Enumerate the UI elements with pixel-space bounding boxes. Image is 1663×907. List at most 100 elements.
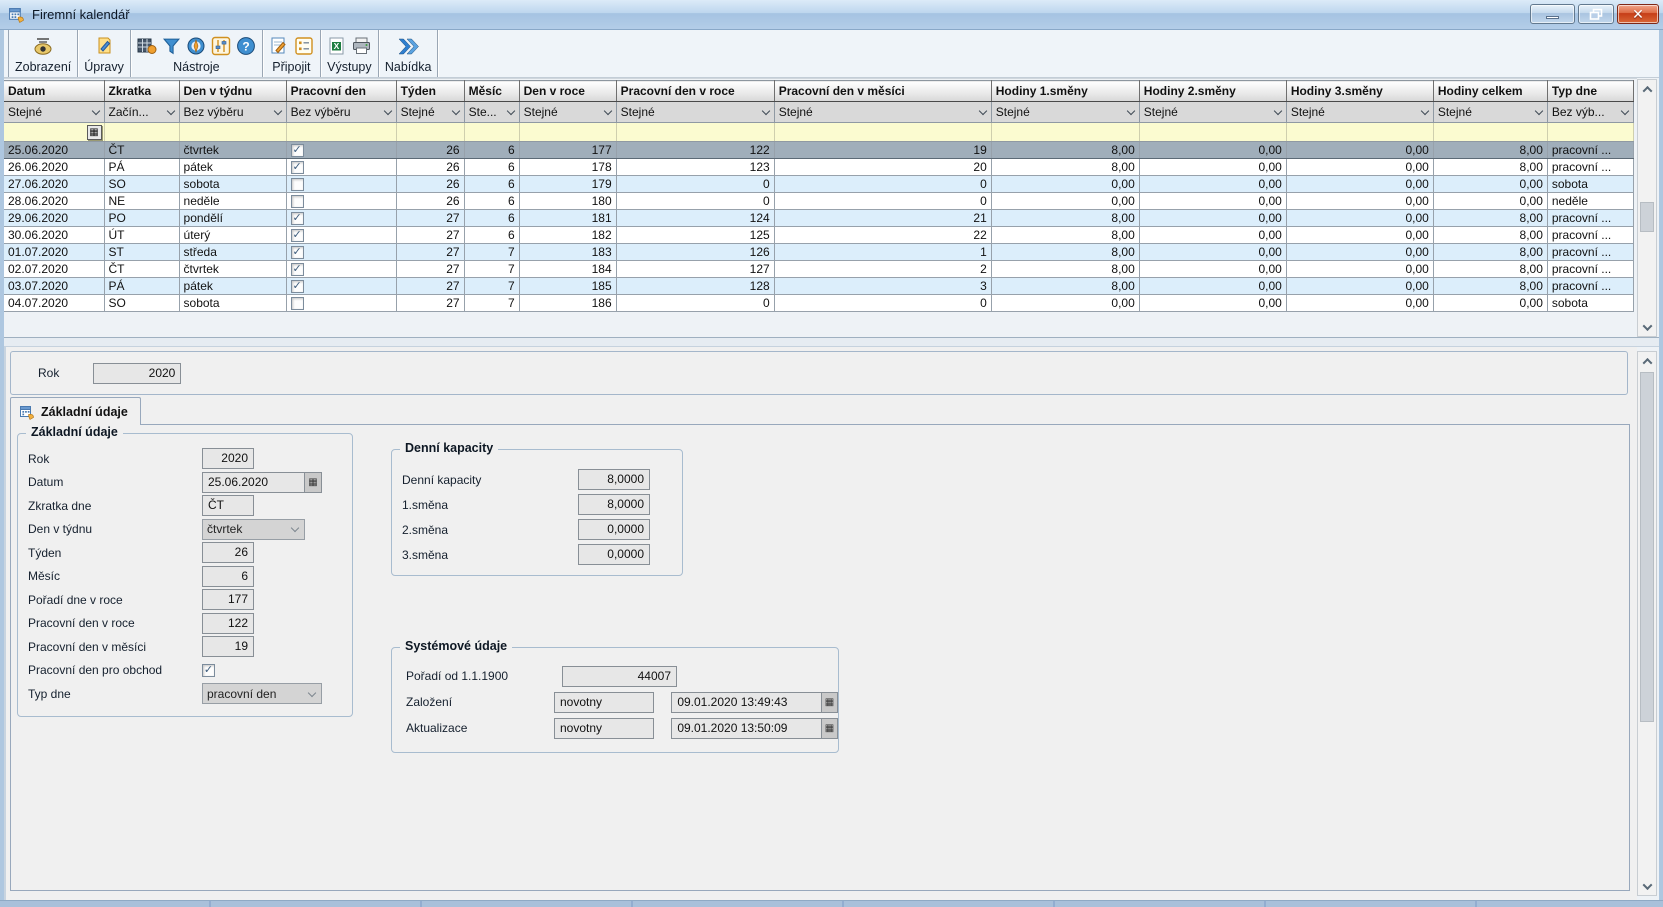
cell-den-v-roce[interactable]: 179	[519, 176, 616, 193]
cell-hodiny-celkem[interactable]: 0,00	[1433, 176, 1547, 193]
cell-mesic[interactable]: 6	[464, 176, 519, 193]
filter-dropdown-typ-dne[interactable]: Bez výb...	[1548, 102, 1633, 122]
cell-hodiny-3-smeny[interactable]: 0,00	[1286, 295, 1433, 312]
cell-den-v-roce[interactable]: 186	[519, 295, 616, 312]
cell-datum[interactable]: 03.07.2020	[4, 278, 104, 295]
cell-tyden[interactable]: 26	[396, 142, 464, 159]
field-input[interactable]: 26	[202, 542, 254, 563]
cell-pracovni-den-v-mesici[interactable]: 0	[774, 193, 991, 210]
table-settings-icon[interactable]	[137, 36, 157, 56]
tab-zakladni-udaje[interactable]: Základní údaje	[10, 397, 141, 425]
cell-hodiny-2-smeny[interactable]: 0,00	[1139, 176, 1286, 193]
menu-chevrons-icon[interactable]	[396, 37, 420, 56]
checklist-icon[interactable]	[294, 36, 314, 56]
cell-datum[interactable]: 29.06.2020	[4, 210, 104, 227]
cell-den-v-tydnu[interactable]: úterý	[179, 227, 286, 244]
cell-hodiny-2-smeny[interactable]: 0,00	[1139, 261, 1286, 278]
workday-checkbox[interactable]: ✓	[291, 263, 304, 276]
toolbar-label-zobrazeni[interactable]: Zobrazení	[15, 59, 71, 75]
cell-hodiny-celkem[interactable]: 8,00	[1433, 278, 1547, 295]
cell-hodiny-3-smeny[interactable]: 0,00	[1286, 261, 1433, 278]
cell-hodiny-1-smeny[interactable]: 0,00	[991, 295, 1139, 312]
filter-funnel-icon[interactable]	[162, 37, 181, 56]
cell-hodiny-3-smeny[interactable]: 0,00	[1286, 176, 1433, 193]
column-header-hodiny-3-smeny[interactable]: Hodiny 3.směny	[1286, 81, 1433, 102]
cell-pracovni-den-v-roce[interactable]: 127	[616, 261, 774, 278]
view-eye-icon[interactable]	[32, 37, 54, 56]
cell-hodiny-1-smeny[interactable]: 8,00	[991, 244, 1139, 261]
cell-hodiny-celkem[interactable]: 8,00	[1433, 142, 1547, 159]
quick-filter-cell-hodiny-3-smeny[interactable]	[1286, 123, 1433, 142]
cell-hodiny-3-smeny[interactable]: 0,00	[1286, 227, 1433, 244]
cell-datum[interactable]: 27.06.2020	[4, 176, 104, 193]
year-field[interactable]: 2020	[93, 363, 181, 384]
cell-datum[interactable]: 30.06.2020	[4, 227, 104, 244]
column-header-typ-dne[interactable]: Typ dne	[1547, 81, 1633, 102]
cell-typ-dne[interactable]: pracovní ...	[1547, 159, 1633, 176]
workday-checkbox[interactable]	[291, 178, 304, 191]
field-select[interactable]: čtvrtek	[202, 519, 305, 540]
scroll-down-arrow-icon[interactable]	[1638, 319, 1656, 335]
column-header-pracovni-den-v-mesici[interactable]: Pracovní den v měsíci	[774, 81, 991, 102]
cell-hodiny-2-smeny[interactable]: 0,00	[1139, 159, 1286, 176]
cell-den-v-roce[interactable]: 185	[519, 278, 616, 295]
cell-den-v-roce[interactable]: 182	[519, 227, 616, 244]
cell-tyden[interactable]: 27	[396, 295, 464, 312]
field-input[interactable]: 0,0000	[578, 519, 650, 540]
cell-pracovni-den[interactable]	[286, 193, 396, 210]
column-header-den-v-roce[interactable]: Den v roce	[519, 81, 616, 102]
cell-hodiny-1-smeny[interactable]: 8,00	[991, 210, 1139, 227]
cell-typ-dne[interactable]: pracovní ...	[1547, 278, 1633, 295]
cell-tyden[interactable]: 26	[396, 176, 464, 193]
cell-hodiny-2-smeny[interactable]: 0,00	[1139, 244, 1286, 261]
cell-den-v-tydnu[interactable]: středa	[179, 244, 286, 261]
workday-checkbox[interactable]: ✓	[291, 212, 304, 225]
close-button[interactable]: ✕	[1617, 4, 1659, 24]
filter-dropdown-hodiny-1-smeny[interactable]: Stejné	[992, 102, 1139, 122]
filter-dropdown-mesic[interactable]: Ste...	[465, 102, 519, 122]
cell-tyden[interactable]: 27	[396, 227, 464, 244]
cell-datum[interactable]: 02.07.2020	[4, 261, 104, 278]
cell-typ-dne[interactable]: neděle	[1547, 193, 1633, 210]
field-input[interactable]: 19	[202, 636, 254, 657]
cell-pracovni-den-v-roce[interactable]: 0	[616, 295, 774, 312]
cell-pracovni-den-v-mesici[interactable]: 21	[774, 210, 991, 227]
workday-checkbox[interactable]	[291, 297, 304, 310]
cell-pracovni-den[interactable]: ✓	[286, 244, 396, 261]
filter-dropdown-den-v-tydnu[interactable]: Bez výběru	[180, 102, 286, 122]
cell-hodiny-1-smeny[interactable]: 8,00	[991, 227, 1139, 244]
cell-hodiny-celkem[interactable]: 8,00	[1433, 244, 1547, 261]
help-icon[interactable]: ?	[236, 36, 256, 56]
scroll-down-arrow-icon[interactable]	[1638, 878, 1656, 894]
cell-hodiny-3-smeny[interactable]: 0,00	[1286, 278, 1433, 295]
cell-den-v-roce[interactable]: 181	[519, 210, 616, 227]
cell-pracovni-den[interactable]: ✓	[286, 227, 396, 244]
cell-typ-dne[interactable]: pracovní ...	[1547, 261, 1633, 278]
cell-zkratka[interactable]: NE	[104, 193, 179, 210]
field-select[interactable]: pracovní den	[202, 683, 322, 704]
cell-tyden[interactable]: 27	[396, 278, 464, 295]
toolbar-label-nastroje[interactable]: Nástroje	[173, 59, 220, 75]
column-header-hodiny-2-smeny[interactable]: Hodiny 2.směny	[1139, 81, 1286, 102]
quick-filter-cell-hodiny-celkem[interactable]	[1433, 123, 1547, 142]
cell-datum[interactable]: 04.07.2020	[4, 295, 104, 312]
cell-pracovni-den-v-roce[interactable]: 0	[616, 193, 774, 210]
cell-pracovni-den-v-roce[interactable]: 126	[616, 244, 774, 261]
quick-filter-cell-den-v-roce[interactable]	[519, 123, 616, 142]
grid-scroll-thumb[interactable]	[1640, 202, 1654, 232]
column-header-pracovni-den-v-roce[interactable]: Pracovní den v roce	[616, 81, 774, 102]
cell-datum[interactable]: 01.07.2020	[4, 244, 104, 261]
quick-filter-cell-den-v-tydnu[interactable]	[179, 123, 286, 142]
column-header-hodiny-celkem[interactable]: Hodiny celkem	[1433, 81, 1547, 102]
timestamp-field[interactable]: 09.01.2020 13:49:43	[671, 692, 822, 713]
cell-den-v-tydnu[interactable]: pátek	[179, 159, 286, 176]
column-header-zkratka[interactable]: Zkratka	[104, 81, 179, 102]
user-field[interactable]: novotny	[554, 692, 654, 713]
cell-hodiny-1-smeny[interactable]: 8,00	[991, 159, 1139, 176]
field-input[interactable]: 2020	[202, 448, 254, 469]
cell-hodiny-3-smeny[interactable]: 0,00	[1286, 210, 1433, 227]
cell-hodiny-celkem[interactable]: 0,00	[1433, 193, 1547, 210]
grid-vertical-scrollbar[interactable]	[1637, 79, 1657, 337]
field-input[interactable]: 8,0000	[578, 469, 650, 490]
cell-pracovni-den-v-roce[interactable]: 122	[616, 142, 774, 159]
